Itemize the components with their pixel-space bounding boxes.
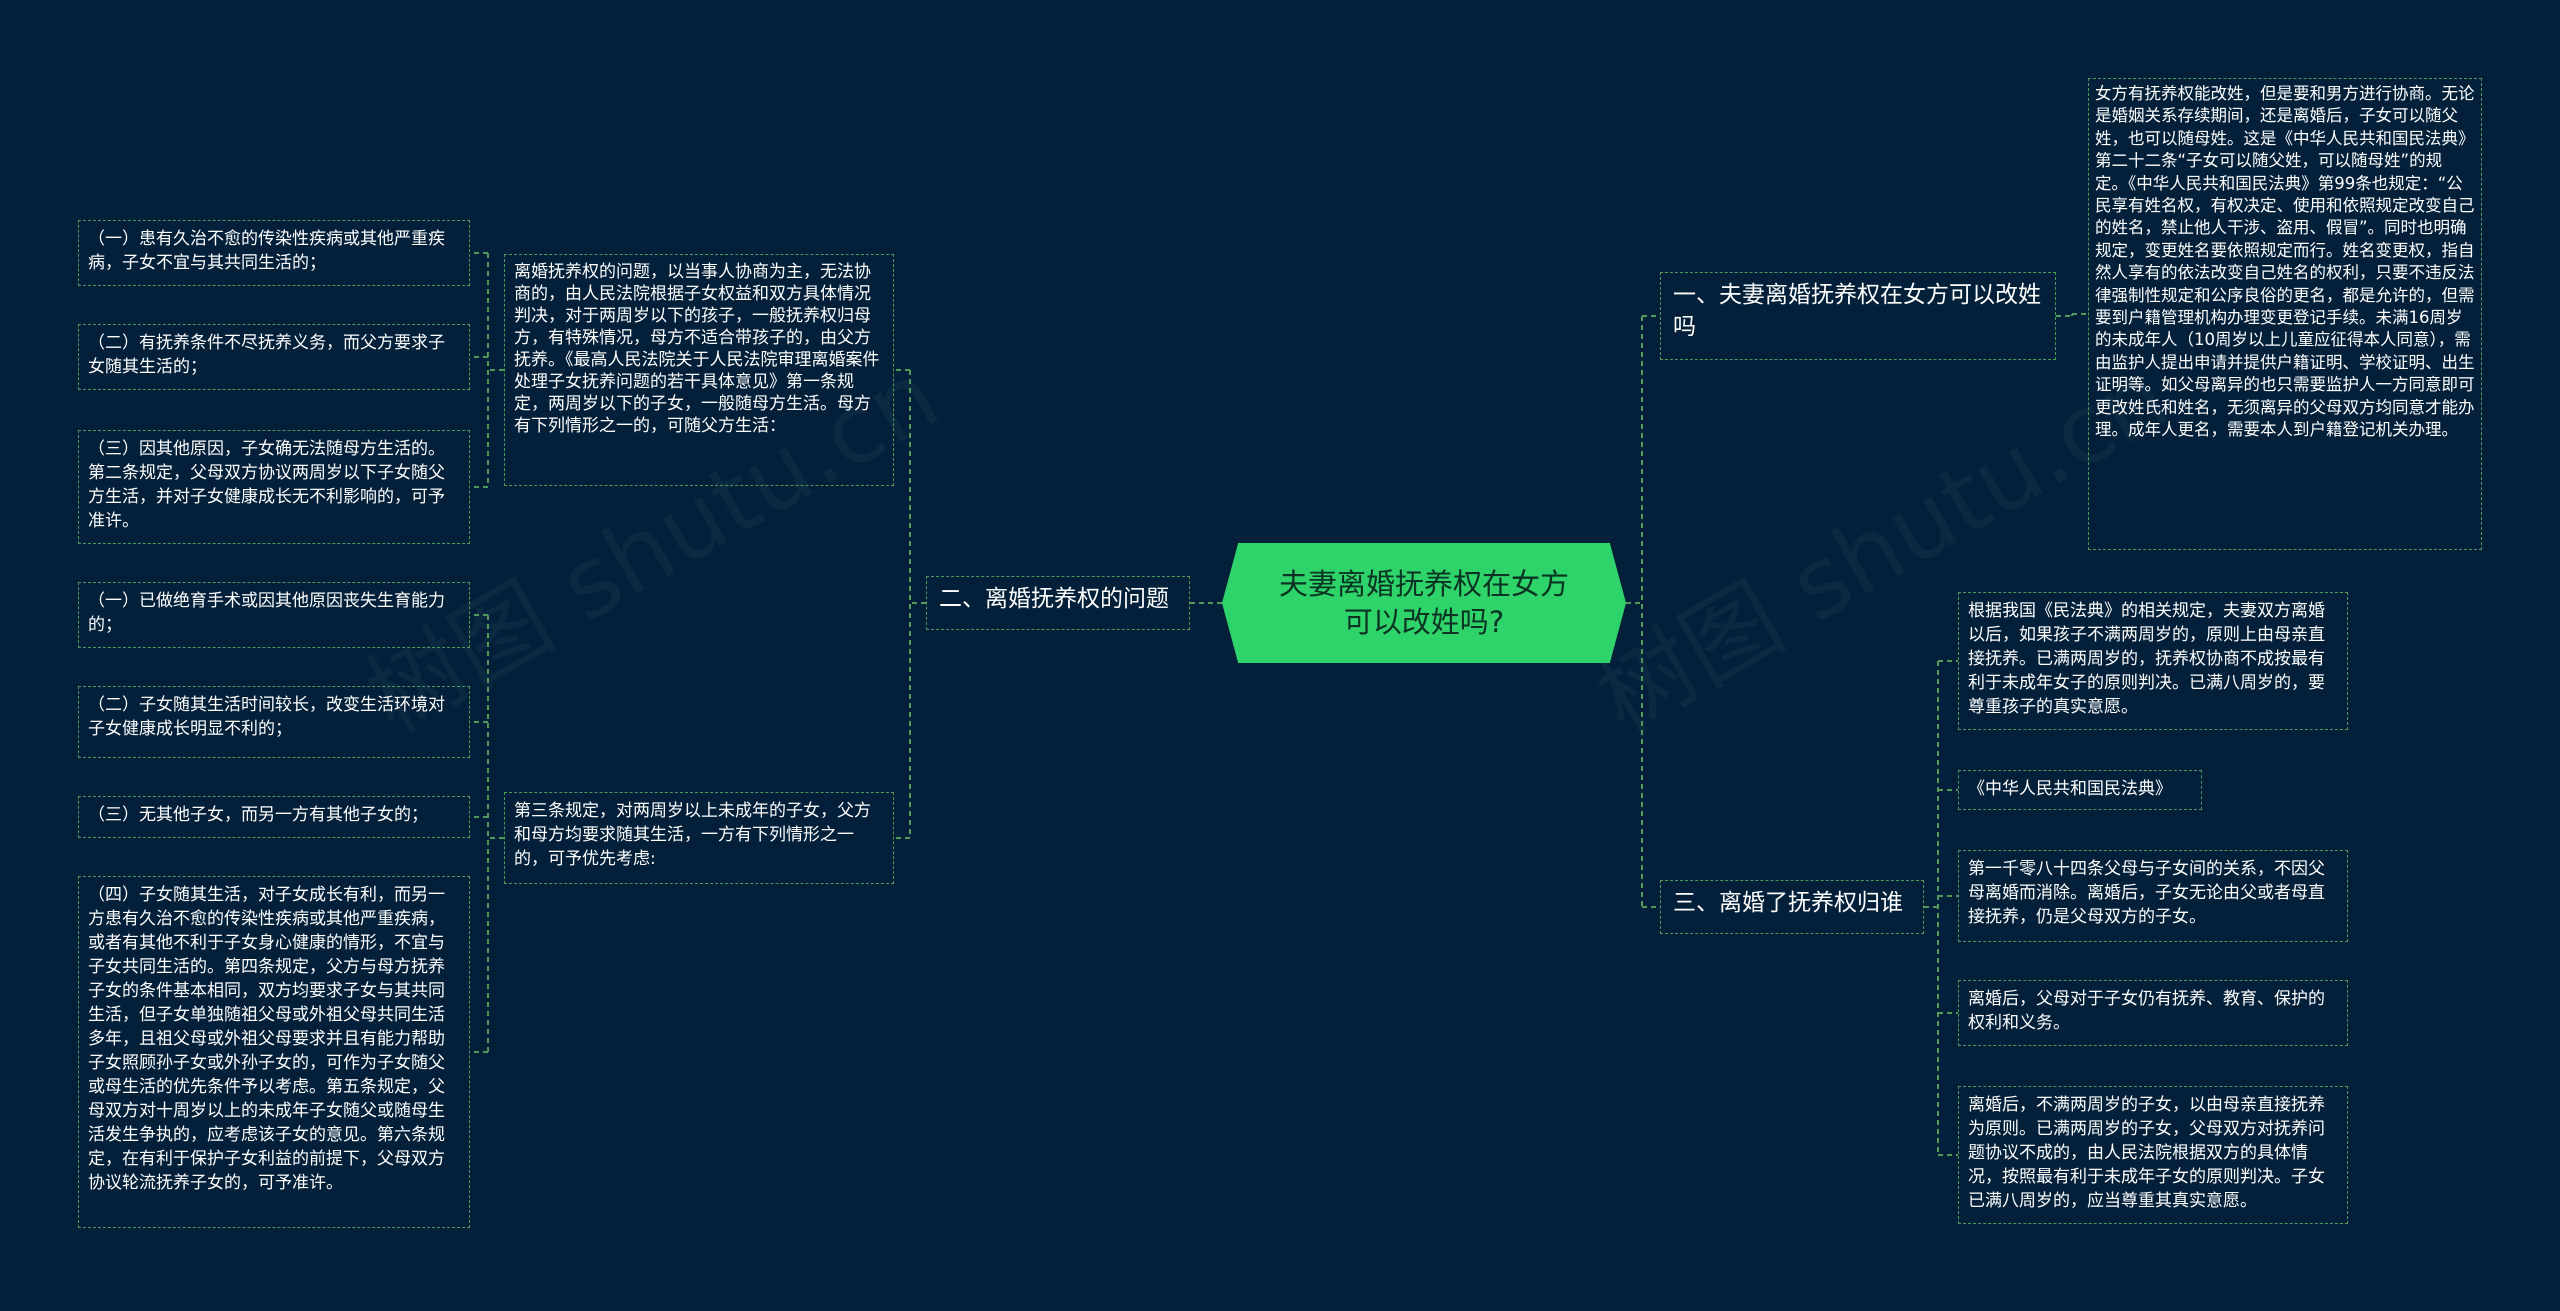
branch-1-topic[interactable]: 一、夫妻离婚抚养权在女方可以改姓吗 <box>1660 272 2056 360</box>
branch-3-custody-rule[interactable]: 离婚后，不满两周岁的子女，以由母亲直接抚养为原则。已满两周岁的子女，父母双方对抚… <box>1958 1086 2348 1224</box>
branch-3-topic[interactable]: 三、离婚了抚养权归谁 <box>1660 880 1924 934</box>
priority-condition-4[interactable]: （四）子女随其生活，对子女成长有利，而另一方患有久治不愈的传染性疾病或其他严重疾… <box>78 876 470 1228</box>
branch-3-civil-code-title[interactable]: 《中华人民共和国民法典》 <box>1958 770 2202 810</box>
branch-1-detail-name-change[interactable]: 女方有抚养权能改姓，但是要和男方进行协商。无论是婚姻关系存续期间，还是离婚后，子… <box>2088 78 2482 550</box>
branch-3-article-1084[interactable]: 第一千零八十四条父母与子女间的关系，不因父母离婚而消除。离婚后，子女无论由父或者… <box>1958 850 2348 942</box>
branch-2-rule-over-two[interactable]: 第三条规定，对两周岁以上未成年的子女，父方和母方均要求随其生活，一方有下列情形之… <box>504 792 894 884</box>
branch-2-topic[interactable]: 二、离婚抚养权的问题 <box>926 576 1190 630</box>
root-topic[interactable]: 夫妻离婚抚养权在女方可以改姓吗? <box>1222 543 1626 663</box>
mother-condition-3[interactable]: （三）因其他原因，子女确无法随母方生活的。第二条规定，父母双方协议两周岁以下子女… <box>78 430 470 544</box>
priority-condition-2[interactable]: （二）子女随其生活时间较长，改变生活环境对子女健康成长明显不利的； <box>78 686 470 758</box>
branch-3-civil-code-summary[interactable]: 根据我国《民法典》的相关规定，夫妻双方离婚以后，如果孩子不满两周岁的，原则上由母… <box>1958 592 2348 730</box>
priority-condition-1[interactable]: （一）已做绝育手术或因其他原因丧失生育能力的； <box>78 582 470 648</box>
mother-condition-1[interactable]: （一）患有久治不愈的传染性疾病或其他严重疾病，子女不宜与其共同生活的； <box>78 220 470 286</box>
branch-2-rule-under-two[interactable]: 离婚抚养权的问题，以当事人协商为主，无法协商的，由人民法院根据子女权益和双方具体… <box>504 254 894 486</box>
branch-3-rights-and-duties[interactable]: 离婚后，父母对于子女仍有抚养、教育、保护的权利和义务。 <box>1958 980 2348 1046</box>
priority-condition-3[interactable]: （三）无其他子女，而另一方有其他子女的； <box>78 796 470 838</box>
mother-condition-2[interactable]: （二）有抚养条件不尽抚养义务，而父方要求子女随其生活的； <box>78 324 470 390</box>
